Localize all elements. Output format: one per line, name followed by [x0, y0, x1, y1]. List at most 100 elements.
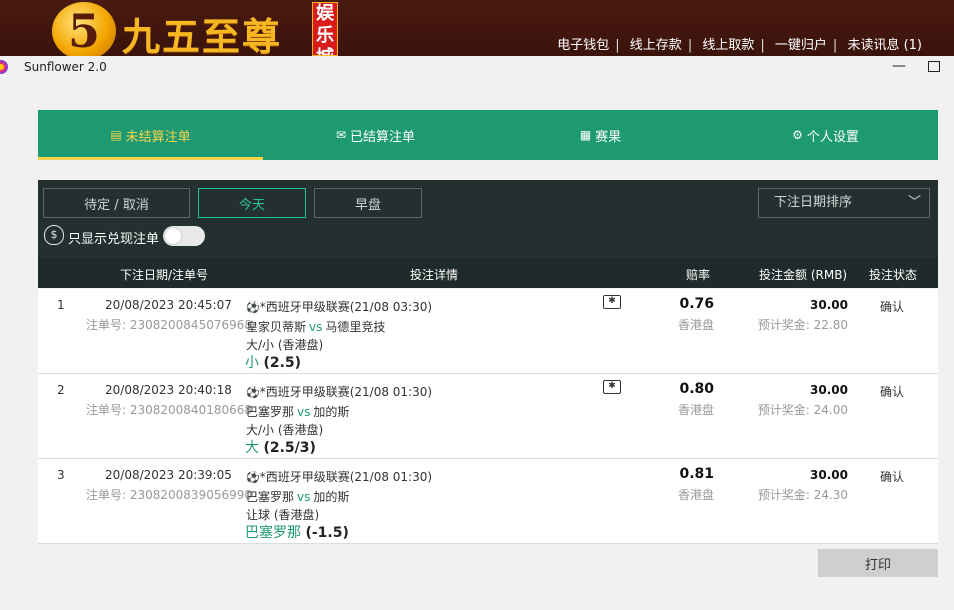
sort-select-value: 下注日期排序 — [774, 195, 853, 210]
link-consolidate[interactable]: 一键归户 — [775, 38, 827, 53]
filter-pending-button[interactable]: 待定 / 取消 — [43, 188, 190, 218]
chat-icon[interactable]: ✱ — [603, 380, 621, 394]
brand-logo: 5 — [52, 2, 116, 60]
column-header-details: 投注详情 — [410, 268, 459, 282]
filter-bar: 待定 / 取消 今天 早盘 下注日期排序 ﹀ $ 只显示兑现注单 — [38, 180, 938, 258]
gear-icon: ⚙ — [792, 128, 803, 142]
home-team: 巴塞罗那 — [246, 405, 295, 419]
tab-settled[interactable]: ✉ 已结算注单 — [263, 110, 488, 160]
odds-type: 香港盘 — [677, 488, 714, 502]
estimated-payout: 预计奖金: 22.80 — [757, 318, 848, 332]
link-withdraw[interactable]: 线上取款 — [702, 38, 754, 53]
tab-label: 个人设置 — [806, 129, 859, 145]
cashout-filter-label: 只显示兑现注单 — [68, 232, 160, 247]
table-row: 3 20/08/2023 20:39:05 注单号: 2308200839056… — [38, 459, 938, 544]
top-links: 电子钱包 | 线上存款 | 线上取款 | 一键归户 | 未读讯息 (1) — [557, 34, 922, 53]
home-team: 皇家贝蒂斯 — [246, 320, 307, 334]
bet-market: 大/小 (香港盘) — [246, 338, 324, 352]
bet-market: 大/小 (香港盘) — [246, 423, 324, 437]
scoreboard-icon: ▦ — [579, 128, 592, 142]
bet-selection: 巴塞罗那 (-1.5) — [245, 522, 349, 542]
tab-label: 未结算注单 — [125, 129, 191, 145]
soccer-ball-icon: ⚽ — [246, 386, 260, 399]
estimated-payout: 预计奖金: 24.00 — [757, 403, 848, 417]
selection-name: 小 — [245, 355, 259, 371]
match-teams: 皇家贝蒂斯 vs 马德里竞技 — [246, 318, 385, 335]
away-team: 加的斯 — [313, 405, 350, 419]
link-wallet[interactable]: 电子钱包 — [557, 38, 609, 53]
ticket-number: 注单号: 2308200845076968 — [86, 318, 253, 332]
maximize-button[interactable] — [928, 61, 940, 72]
bet-stake: 30.00 — [810, 383, 848, 397]
bet-status: 确认 — [880, 385, 905, 399]
table-row: 1 20/08/2023 20:45:07 注单号: 2308200845076… — [38, 289, 938, 374]
brand-tag: 娱乐城 — [312, 2, 338, 56]
ticket-number: 注单号: 2308200840180668 — [86, 403, 253, 417]
brand-banner: 5 九五至尊 娱乐城 电子钱包 | 线上存款 | 线上取款 | 一键归户 | 未读讯息 … — [0, 0, 954, 60]
minimize-button[interactable]: — — [891, 58, 907, 76]
bet-odds: 0.76 — [679, 296, 714, 312]
filter-early-button[interactable]: 早盘 — [314, 188, 422, 218]
print-button[interactable]: 打印 — [818, 549, 938, 577]
sort-select[interactable]: 下注日期排序 ﹀ — [758, 188, 930, 218]
selection-name: 巴塞罗那 — [245, 525, 301, 541]
link-separator: | — [760, 38, 765, 53]
tab-label: 赛果 — [595, 129, 622, 145]
selection-name: 大 — [245, 440, 259, 456]
link-separator: | — [832, 38, 838, 53]
row-index: 3 — [57, 468, 65, 482]
away-team: 马德里竞技 — [325, 320, 386, 334]
column-header-stake: 投注金额 (RMB) — [759, 268, 848, 282]
bet-selection: 大 (2.5/3) — [245, 437, 316, 457]
league-name: *西班牙甲级联赛(21/08 01:30) — [259, 385, 433, 399]
selection-line: (-1.5) — [305, 525, 349, 541]
table-row: 2 20/08/2023 20:40:18 注单号: 2308200840180… — [38, 374, 938, 459]
money-bag-icon: $ — [44, 225, 64, 245]
league-name: *西班牙甲级联赛(21/08 01:30) — [259, 470, 433, 484]
selection-line: (2.5/3) — [263, 440, 316, 456]
league-line: ⚽*西班牙甲级联赛(21/08 01:30) — [246, 383, 432, 400]
bet-stake: 30.00 — [810, 468, 848, 482]
soccer-ball-icon: ⚽ — [246, 301, 260, 314]
link-separator: | — [615, 38, 620, 53]
row-index: 2 — [57, 383, 65, 397]
link-separator: | — [687, 38, 693, 53]
column-header-status: 投注状态 — [869, 268, 918, 282]
link-messages[interactable]: 未读讯息 (1) — [847, 38, 922, 53]
sunflower-icon — [0, 60, 8, 74]
cashout-toggle[interactable] — [163, 226, 205, 246]
away-team: 加的斯 — [313, 490, 350, 504]
match-teams: 巴塞罗那 vs 加的斯 — [246, 403, 349, 420]
bet-date: 20/08/2023 20:39:05 — [105, 468, 232, 482]
link-deposit[interactable]: 线上存款 — [630, 38, 682, 53]
vs-label: vs — [309, 320, 323, 334]
bets-table-header: 下注日期/注单号 投注详情 赔率 投注金额 (RMB) 投注状态 — [38, 258, 938, 288]
window-titlebar: Sunflower 2.0 — — [0, 56, 954, 80]
column-header-odds: 赔率 — [686, 268, 711, 282]
ticket-number: 注单号: 2308200839056990 — [86, 488, 253, 502]
filter-today-button[interactable]: 今天 — [198, 188, 306, 218]
tab-unsettled[interactable]: ▤ 未结算注单 — [38, 110, 263, 160]
bet-date: 20/08/2023 20:45:07 — [105, 298, 232, 312]
chat-icon[interactable]: ✱ — [603, 295, 621, 309]
bet-market: 让球 (香港盘) — [246, 508, 320, 522]
bet-selection: 小 (2.5) — [245, 352, 301, 372]
home-team: 巴塞罗那 — [246, 490, 295, 504]
bet-status: 确认 — [880, 300, 905, 314]
bet-stake: 30.00 — [810, 298, 848, 312]
soccer-ball-icon: ⚽ — [246, 471, 260, 484]
bet-odds: 0.80 — [679, 381, 714, 397]
column-header-date: 下注日期/注单号 — [120, 268, 209, 282]
tab-results[interactable]: ▦ 赛果 — [488, 110, 713, 160]
tab-label: 已结算注单 — [350, 129, 416, 145]
selection-line: (2.5) — [263, 355, 302, 371]
odds-type: 香港盘 — [677, 318, 714, 332]
bet-odds: 0.81 — [679, 466, 714, 482]
league-line: ⚽*西班牙甲级联赛(21/08 01:30) — [246, 468, 432, 485]
vs-label: vs — [297, 490, 311, 504]
bet-date: 20/08/2023 20:40:18 — [105, 383, 232, 397]
tab-settings[interactable]: ⚙ 个人设置 — [713, 110, 938, 160]
bet-status: 确认 — [880, 470, 905, 484]
vs-label: vs — [297, 405, 311, 419]
match-teams: 巴塞罗那 vs 加的斯 — [246, 488, 349, 505]
